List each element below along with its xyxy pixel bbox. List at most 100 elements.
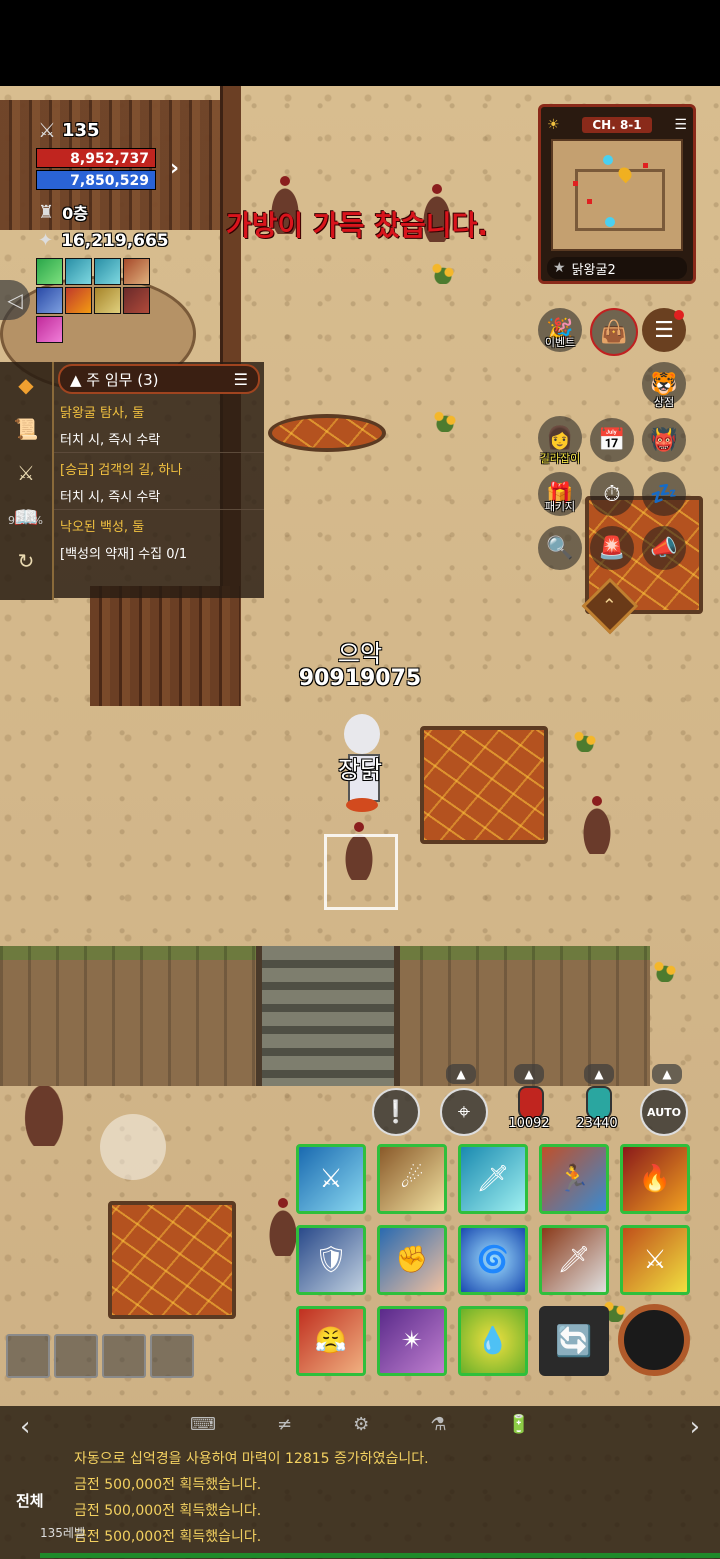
- quick-slot[interactable]: [150, 1334, 194, 1378]
- buff-icon[interactable]: [36, 258, 63, 285]
- buff-icon[interactable]: [94, 258, 121, 285]
- quest-item[interactable]: 닭왕굴 탐사, 둘 터치 시, 즉시 수락: [54, 396, 264, 453]
- quick-slot[interactable]: [102, 1334, 146, 1378]
- quick-slot[interactable]: [6, 1334, 50, 1378]
- sleep-mode-icon[interactable]: 💤: [642, 472, 686, 516]
- search-icon[interactable]: 🔍: [538, 526, 582, 570]
- skill-flame-sword[interactable]: ⚔: [620, 1225, 690, 1295]
- minimap-header: ☀ CH. 8-1 ☰: [547, 115, 687, 135]
- red-potion-icon: [518, 1086, 544, 1120]
- quest-header-label: ▲ 주 임무 (3): [70, 370, 159, 389]
- chat-line: 금전 500,000전 획득했습니다.: [74, 1529, 262, 1545]
- lava-pit: [268, 414, 386, 452]
- buff-icon[interactable]: [123, 287, 150, 314]
- stone-stairs[interactable]: [256, 946, 400, 1086]
- virtual-joystick[interactable]: [100, 1114, 166, 1180]
- skill-rage[interactable]: 😤: [296, 1306, 366, 1376]
- chat-panel[interactable]: ‹ ⌨ ≠ ⚙ ⚗ 🔋 › 전체 자동으로 십억경을 사용하여 마력이 1281…: [0, 1406, 720, 1559]
- skill-swap-button[interactable]: 🔄: [539, 1306, 609, 1376]
- battery-icon[interactable]: 🔋: [508, 1414, 530, 1435]
- skill-fist[interactable]: ✊: [377, 1225, 447, 1295]
- swap-cycle-icon: 🔄: [555, 1323, 593, 1359]
- quick-slot[interactable]: [54, 1334, 98, 1378]
- chicken-monster[interactable]: [266, 1198, 300, 1256]
- skill-fire-gem[interactable]: 🔥: [620, 1144, 690, 1214]
- potion-filter-icon[interactable]: ⚗: [430, 1414, 446, 1435]
- crossed-swords-icon[interactable]: ⚔: [5, 452, 47, 494]
- expand-arrow-icon[interactable]: ▲: [446, 1064, 476, 1084]
- skill-blade[interactable]: 🗡: [539, 1225, 609, 1295]
- expand-arrow-icon[interactable]: ▲: [514, 1064, 544, 1084]
- chevron-up-icon: ⌃: [602, 595, 618, 617]
- quest-header[interactable]: ▲ 주 임무 (3) ☰: [58, 364, 260, 394]
- quest-item[interactable]: 낙오된 백성, 둘 [백성의 약재] 수집 0/1: [54, 510, 264, 566]
- skill-dash[interactable]: 🏃: [539, 1144, 609, 1214]
- flower-bush: [428, 258, 458, 284]
- sun-icon: ☀: [547, 117, 560, 133]
- basic-attack-button[interactable]: [618, 1304, 690, 1376]
- expand-arrow-icon[interactable]: ▲: [584, 1064, 614, 1084]
- siren-icon[interactable]: 🚨: [590, 526, 634, 570]
- skill-ice-sword[interactable]: ⚔: [296, 1144, 366, 1214]
- refresh-scroll-icon[interactable]: ↻: [5, 540, 47, 582]
- demon-mask-icon[interactable]: 👹: [642, 418, 686, 462]
- exp-bar: [40, 1553, 720, 1558]
- keyboard-icon[interactable]: ⌨: [190, 1414, 216, 1435]
- buff-icon[interactable]: [36, 316, 63, 343]
- expand-arrow-icon[interactable]: ▲: [652, 1064, 682, 1084]
- quest-subtitle: 터치 시, 즉시 수락: [60, 490, 161, 505]
- rooster-monster[interactable]: [20, 1070, 68, 1146]
- megaphone-icon[interactable]: 📣: [642, 526, 686, 570]
- buff-icon[interactable]: [36, 287, 63, 314]
- skill-vortex[interactable]: 🌀: [458, 1225, 528, 1295]
- quest-subtitle: 터치 시, 즉시 수락: [60, 433, 161, 448]
- target-selection-box: [324, 834, 398, 910]
- emote-button[interactable]: ❕: [372, 1088, 420, 1136]
- notification-dot: [674, 310, 684, 320]
- portal-icon: [605, 217, 615, 227]
- skill-slash-beam[interactable]: ☄: [377, 1144, 447, 1214]
- minimap-panel[interactable]: ☀ CH. 8-1 ☰ ★ 닭왕굴2: [538, 104, 696, 284]
- blue-potion-count: 23440: [576, 1116, 618, 1131]
- target-crosshair-button[interactable]: ⌖: [440, 1088, 488, 1136]
- portal-icon: [603, 155, 613, 165]
- minimap-menu-icon[interactable]: ☰: [674, 117, 687, 133]
- tower-icon: ♜: [38, 201, 55, 223]
- buff-icon[interactable]: [94, 287, 121, 314]
- skill-claw[interactable]: ✴: [377, 1306, 447, 1376]
- skill-sword-rain[interactable]: 🗡: [458, 1144, 528, 1214]
- location-name: 닭왕굴2: [571, 262, 616, 278]
- collapse-diamond-button[interactable]: ◆: [5, 364, 47, 406]
- chat-tab-all[interactable]: 전체: [16, 1490, 44, 1511]
- side-menu: ◆ 📜 ⚔ 📖 ↻: [0, 362, 54, 600]
- blue-potion-slot[interactable]: 23440: [566, 1086, 628, 1136]
- level-label: 135레벨: [40, 1526, 85, 1540]
- blue-potion-icon: [586, 1086, 612, 1120]
- quick-chat-icon[interactable]: ≠: [277, 1414, 292, 1435]
- list-icon[interactable]: ☰: [234, 370, 248, 389]
- clock-icon[interactable]: ⏱: [590, 472, 634, 516]
- calendar-icon[interactable]: 📅: [590, 418, 634, 462]
- red-potion-slot[interactable]: 10092: [500, 1086, 558, 1136]
- expand-stats-button[interactable]: ›: [170, 156, 196, 186]
- chat-line: 금전 500,000전 획득했습니다.: [74, 1503, 262, 1519]
- minimap-view[interactable]: [551, 139, 683, 251]
- fence-lower: [90, 586, 240, 706]
- skill-shield[interactable]: 🛡: [296, 1225, 366, 1295]
- quest-scroll-icon[interactable]: 📜: [5, 408, 47, 450]
- chat-settings-icon[interactable]: ⚙: [353, 1414, 369, 1435]
- auto-button[interactable]: AUTO: [640, 1088, 688, 1136]
- quest-panel[interactable]: ▲ 주 임무 (3) ☰ 닭왕굴 탐사, 둘 터치 시, 즉시 수락 [승급] …: [54, 362, 264, 598]
- quest-item[interactable]: [승급] 검객의 길, 하나 터치 시, 즉시 수락: [54, 453, 264, 510]
- buff-icon[interactable]: [65, 287, 92, 314]
- inventory-full-alert: 가방이 가득 찼습니다.: [226, 209, 488, 242]
- buff-icon[interactable]: [123, 258, 150, 285]
- skill-blood-drop[interactable]: 💧: [458, 1306, 528, 1376]
- buff-icon[interactable]: [65, 258, 92, 285]
- chat-prev-button[interactable]: ‹: [20, 1412, 30, 1442]
- enemy-dot: [573, 181, 578, 186]
- chat-next-button[interactable]: ›: [690, 1412, 700, 1442]
- chicken-monster[interactable]: [580, 796, 614, 854]
- side-percent: 92.4%: [8, 514, 43, 527]
- bag-icon[interactable]: 👜: [590, 308, 638, 356]
